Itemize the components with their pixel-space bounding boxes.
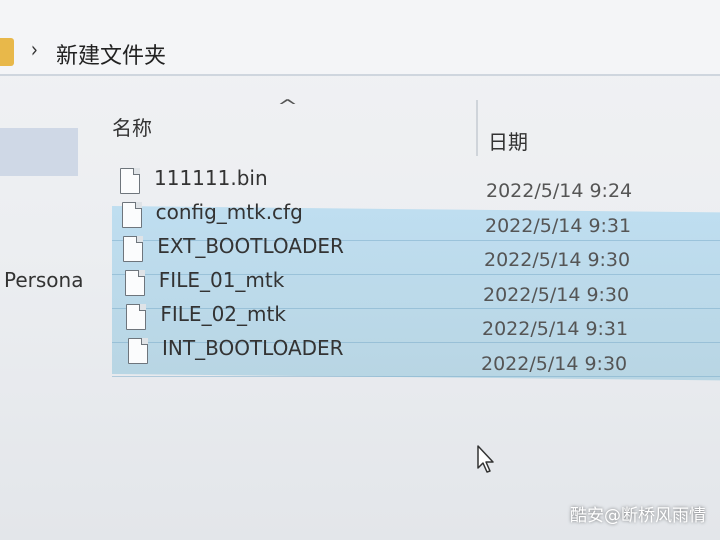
file-date-modified: 2022/5/14 9:24 bbox=[486, 180, 633, 202]
nav-item-personal[interactable]: Persona bbox=[4, 268, 82, 292]
breadcrumb-current-folder[interactable]: 新建文件夹 bbox=[56, 38, 166, 70]
file-icon bbox=[126, 304, 147, 330]
file-name: FILE_02_mtk bbox=[160, 302, 286, 326]
address-bar[interactable]: › 新建文件夹 bbox=[0, 0, 720, 76]
row-divider bbox=[112, 376, 720, 377]
file-row[interactable]: config_mtk.cfg 2022/5/14 9:31 bbox=[121, 200, 720, 237]
file-name: FILE_01_mtk bbox=[158, 268, 285, 292]
file-icon bbox=[121, 202, 142, 228]
chevron-right-icon[interactable]: › bbox=[31, 38, 38, 63]
file-name: 111111.bin bbox=[154, 166, 268, 190]
file-icon bbox=[124, 270, 145, 296]
column-separator[interactable] bbox=[476, 100, 478, 156]
file-date-modified: 2022/5/14 9:30 bbox=[481, 353, 628, 375]
file-row[interactable]: FILE_02_mtk 2022/5/14 9:31 bbox=[126, 302, 720, 340]
mouse-pointer-icon bbox=[477, 445, 494, 473]
sort-ascending-icon: ^ bbox=[276, 96, 299, 117]
watermark: 酷安@断桥风雨情 bbox=[570, 506, 706, 526]
folder-icon bbox=[0, 38, 14, 66]
file-icon bbox=[123, 236, 144, 262]
navigation-pane: Persona bbox=[0, 76, 100, 540]
column-header-date[interactable]: 日期 bbox=[488, 126, 528, 155]
file-row[interactable]: INT_BOOTLOADER 2022/5/14 9:30 bbox=[128, 336, 720, 375]
column-header-name[interactable]: 名称 bbox=[112, 112, 152, 141]
file-row[interactable]: 111111.bin 2022/5/14 9:24 bbox=[120, 166, 720, 202]
file-row[interactable]: FILE_01_mtk 2022/5/14 9:30 bbox=[124, 268, 720, 306]
file-icon bbox=[128, 338, 148, 364]
file-icon bbox=[120, 168, 140, 194]
file-row[interactable]: EXT_BOOTLOADER 2022/5/14 9:30 bbox=[123, 234, 720, 271]
nav-item-selected[interactable] bbox=[0, 128, 78, 176]
file-explorer-window: › 新建文件夹 Persona ^ 名称 日期 111111.bin 2022/5… bbox=[0, 0, 720, 540]
file-name: config_mtk.cfg bbox=[155, 200, 303, 224]
file-name: INT_BOOTLOADER bbox=[162, 336, 344, 360]
file-name: EXT_BOOTLOADER bbox=[157, 234, 344, 258]
